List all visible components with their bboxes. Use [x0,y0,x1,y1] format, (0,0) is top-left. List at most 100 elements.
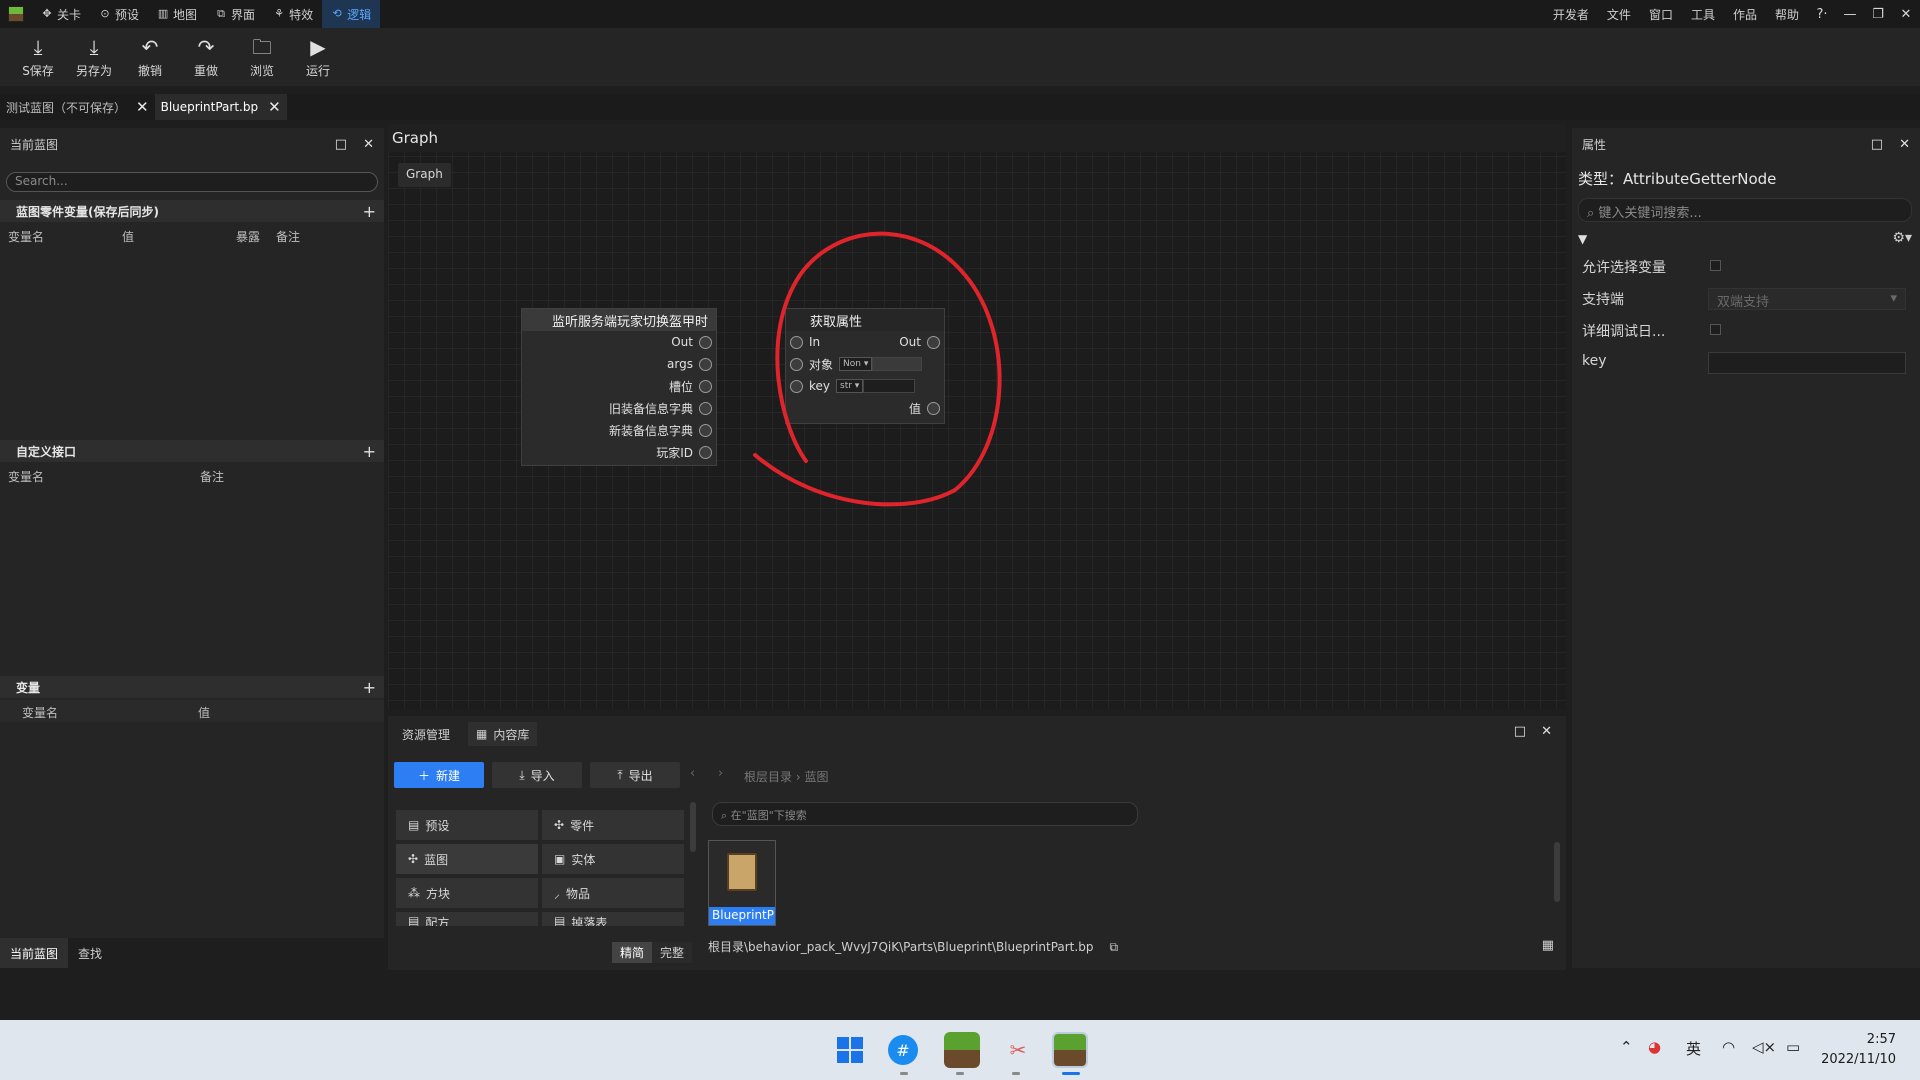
tab-find[interactable]: 查找 [68,938,112,968]
wifi-icon[interactable]: ◠ [1722,1038,1735,1056]
search-app-icon[interactable]: # [888,1035,918,1065]
run-button[interactable]: ▶ 运行 [290,28,346,86]
category-preset[interactable]: ▤ 预设 [396,810,538,840]
menu-help[interactable]: 帮助 [1766,6,1808,23]
category-entity[interactable]: ▣ 实体 [542,844,684,874]
windows-start-icon[interactable] [832,1032,868,1068]
menu-window[interactable]: 窗口 [1640,6,1682,23]
save-as-button[interactable]: ⤓ 另存为 [66,28,122,86]
new-button[interactable]: ＋新建 [394,762,484,788]
asset-tile-blueprint[interactable]: BlueprintP [708,840,776,926]
close-icon[interactable]: ✕ [363,137,374,152]
redo-icon: ↷ [197,34,215,59]
map-icon: ▥ [157,7,169,20]
menu-developer[interactable]: 开发者 [1544,6,1598,23]
speaker-muted-icon[interactable]: ◁× [1752,1038,1776,1056]
property-search-input[interactable]: ⌕ 键入关键词搜索... [1578,198,1912,222]
right-menu: 开发者 文件 窗口 工具 作品 帮助 ?· — ❐ ✕ [1544,0,1920,28]
close-icon[interactable]: ✕ [1541,724,1552,739]
search-input[interactable]: Search... [6,172,378,192]
minecraft-launcher-icon[interactable] [944,1032,980,1068]
search-icon: ⌕ [1587,206,1599,221]
qq-icon[interactable]: ◕ [1648,1038,1661,1056]
menu-tools[interactable]: 工具 [1682,6,1724,23]
ime-indicator[interactable]: 英 [1686,1038,1701,1059]
tab-blueprint-part[interactable]: BlueprintPart.bp ✕ [154,94,287,120]
prop-allow-select-var: 允许选择变量 [1578,254,1912,280]
ui-icon: ⧉ [217,7,225,20]
verbose-debug-checkbox[interactable] [1710,324,1721,335]
menu-map[interactable]: ▥ 地图 [148,0,206,28]
chevron-up-icon[interactable]: ⌃ [1620,1038,1633,1056]
battery-icon[interactable]: ▭ [1786,1038,1800,1056]
maximize-icon[interactable]: □ [335,137,347,152]
save-button[interactable]: ⤓ S保存 [10,28,66,86]
event-node[interactable]: 监听服务端玩家切换盔甲时 Out args 槽位 旧装备信息字典 新装备信息字典… [521,308,717,466]
scrollbar[interactable] [690,802,696,852]
browse-button[interactable]: 🗀 浏览 [234,28,290,86]
tab-resource-manager[interactable]: 资源管理 [394,722,458,746]
scrollbar[interactable] [1554,842,1560,902]
output-pin[interactable] [699,445,712,459]
category-blueprint[interactable]: ✣ 蓝图 [396,844,538,874]
block-icon: ⁂ [408,886,420,900]
menu-effects[interactable]: ⚘ 特效 [264,0,322,28]
output-pin[interactable] [699,357,712,371]
menu-logic[interactable]: ⟲ 逻辑 [322,0,381,28]
menu-file[interactable]: 文件 [1598,6,1640,23]
tab-current-blueprint[interactable]: 当前蓝图 [0,938,69,968]
system-clock[interactable]: 2:57 2022/11/10 [1821,1030,1896,1070]
output-pin[interactable] [699,379,712,393]
windows-taskbar: # ✂ ⌃ ◕ 英 ◠ ◁× ▭ 2:57 2022/11/10 [0,1020,1920,1080]
output-pin[interactable] [699,401,712,415]
tab-test-blueprint[interactable]: 测试蓝图（不可保存） ✕ [0,94,155,120]
maximize-icon[interactable]: □ [1514,724,1526,739]
undo-button[interactable]: ↶ 撤销 [122,28,178,86]
copy-path-icon[interactable]: ⧉ [1109,940,1118,954]
output-pin[interactable] [699,423,712,437]
add-icon[interactable]: + [363,678,376,697]
menu-ui[interactable]: ⧉ 界面 [206,0,264,28]
grid-view-icon[interactable]: ▦ [1542,938,1554,953]
category-recipe[interactable]: ▤ 配方 [396,912,538,926]
running-indicator [1012,1072,1020,1075]
maximize-icon[interactable]: □ [1871,137,1883,152]
close-tab-icon[interactable]: ✕ [136,98,149,116]
export-icon: ⤒ [617,767,623,782]
output-pin[interactable] [699,335,712,349]
close-icon[interactable]: ✕ [1899,137,1910,152]
export-button[interactable]: ⤒ 导出 [590,762,680,788]
category-loot[interactable]: ▤ 掉落表 [542,912,684,926]
menu-preset[interactable]: ⊙ 预设 [90,0,148,28]
tab-content-library[interactable]: ▦ 内容库 [468,722,538,746]
minimize-icon[interactable]: — [1836,7,1864,22]
collapse-triangle-icon[interactable]: ▼ [1578,232,1587,246]
restore-icon[interactable]: ❐ [1864,7,1892,22]
support-side-select[interactable]: 双端支持 ▾ [1708,288,1906,310]
back-icon[interactable]: ‹ [690,766,695,781]
graph-breadcrumb[interactable]: Graph [398,163,451,187]
category-item[interactable]: ⸝ 物品 [542,878,684,908]
category-part[interactable]: ✣ 零件 [542,810,684,840]
snipping-tool-icon[interactable]: ✂ [1000,1032,1036,1068]
import-button[interactable]: ⤓ 导入 [492,762,582,788]
gear-icon[interactable]: ⚙▾ [1892,230,1912,246]
view-compact[interactable]: 精简 [612,942,653,963]
minecraft-editor-icon[interactable] [1052,1032,1088,1068]
close-window-icon[interactable]: ✕ [1892,7,1920,22]
column-header: 变量名 值 暴露 备注 [8,230,301,244]
panel-header: 当前蓝图 □ ✕ [0,128,384,160]
add-icon[interactable]: + [363,202,376,221]
add-icon[interactable]: + [363,442,376,461]
category-block[interactable]: ⁂ 方块 [396,878,538,908]
key-input[interactable] [1708,352,1906,374]
view-full[interactable]: 完整 [652,942,693,963]
menu-level[interactable]: ✥ 关卡 [32,0,90,28]
content-search-input[interactable]: ⌕ 在"蓝图"下搜索 [712,802,1138,826]
menu-works[interactable]: 作品 [1724,6,1766,23]
allow-select-var-checkbox[interactable] [1710,260,1721,271]
redo-button[interactable]: ↷ 重做 [178,28,234,86]
help-question-icon[interactable]: ?· [1808,7,1836,22]
forward-icon[interactable]: › [718,766,723,781]
close-tab-icon[interactable]: ✕ [268,98,281,116]
